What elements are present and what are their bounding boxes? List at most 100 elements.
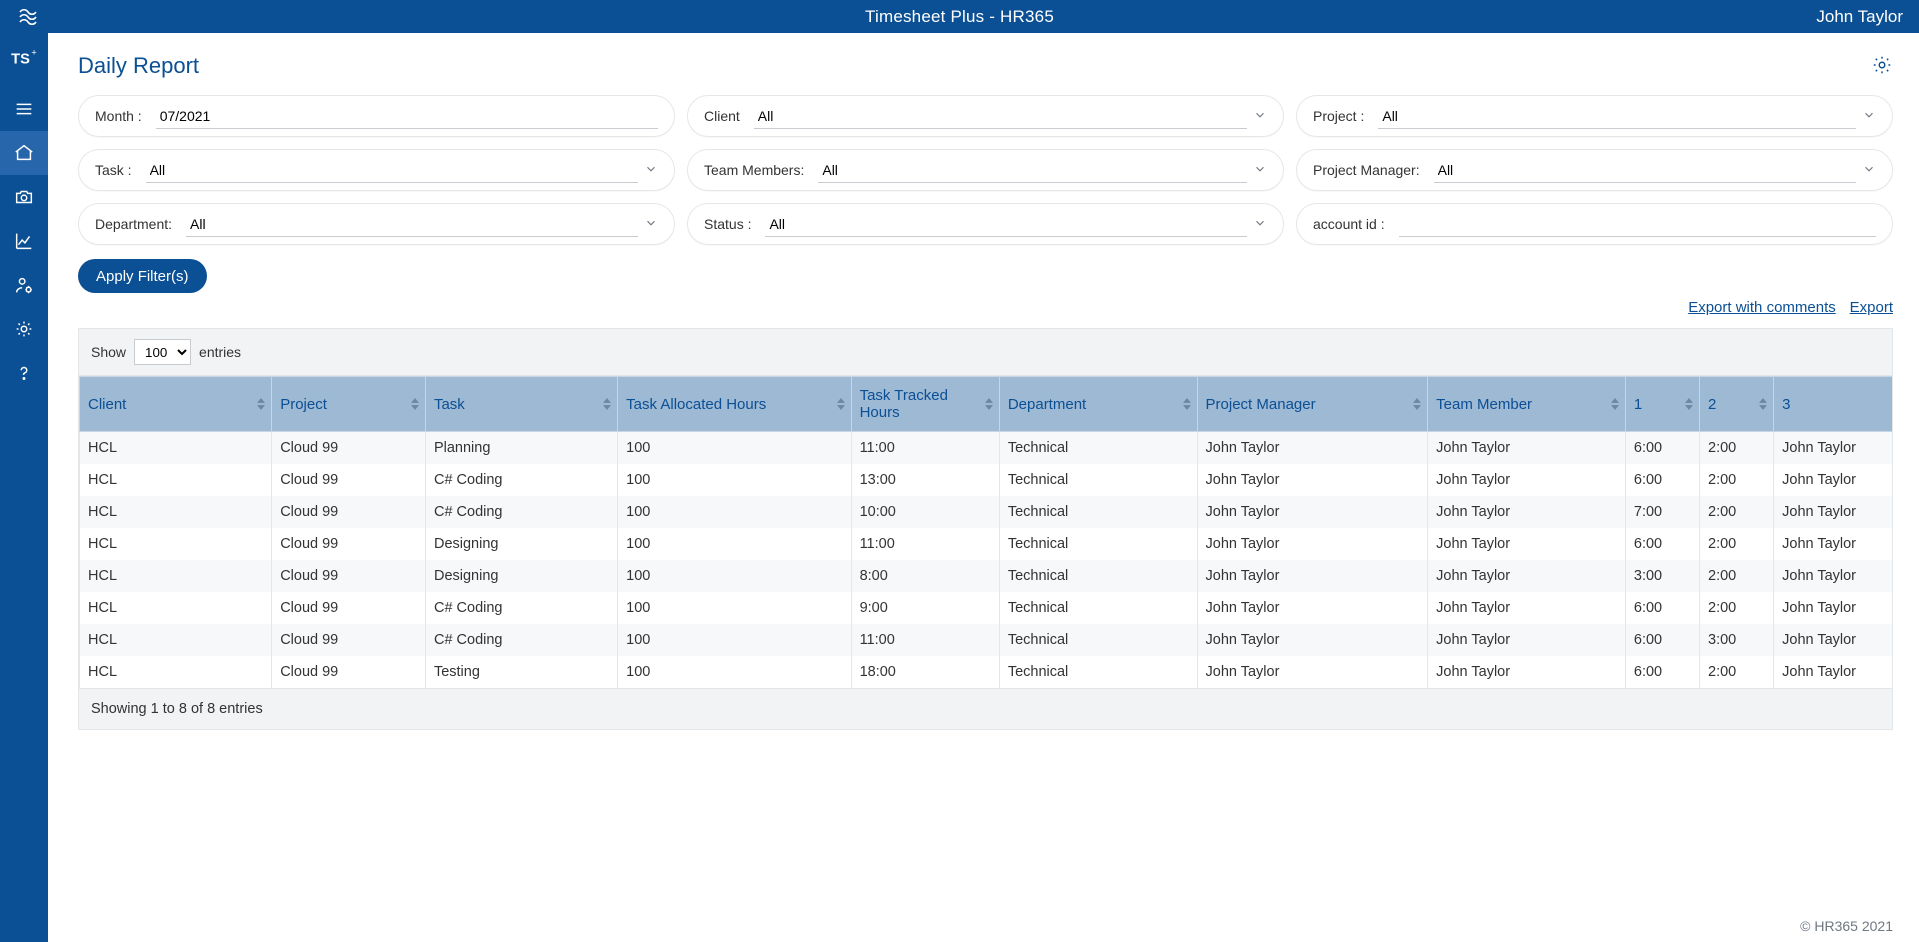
export-with-comments-link[interactable]: Export with comments	[1688, 299, 1836, 316]
table-cell: Cloud 99	[272, 624, 426, 656]
sort-icon[interactable]	[1183, 398, 1191, 411]
table-row[interactable]: HCLCloud 99C# Coding1009:00TechnicalJohn…	[80, 592, 1893, 624]
table-cell: Technical	[999, 496, 1197, 528]
sidebar-report-icon[interactable]	[0, 219, 48, 263]
sort-icon[interactable]	[985, 398, 993, 411]
filter-task-input[interactable]	[146, 157, 638, 183]
table-cell: 2:00	[1700, 464, 1774, 496]
sort-icon[interactable]	[1611, 398, 1619, 411]
filter-department-label: Department:	[95, 216, 172, 232]
table-cell: John Taylor	[1428, 592, 1626, 624]
data-table: ClientProjectTaskTask Allocated HoursTas…	[79, 376, 1892, 688]
filter-department[interactable]: Department:	[78, 203, 675, 245]
table-cell: John Taylor	[1774, 656, 1892, 688]
entries-select[interactable]: 100	[134, 339, 191, 365]
sidebar-menu-icon[interactable]	[0, 87, 48, 131]
sort-icon[interactable]	[257, 398, 265, 411]
table-row[interactable]: HCLCloud 99Planning10011:00TechnicalJohn…	[80, 432, 1893, 465]
filter-team-members[interactable]: Team Members:	[687, 149, 1284, 191]
sidebar-home-icon[interactable]	[0, 131, 48, 175]
sort-icon[interactable]	[603, 398, 611, 411]
table-cell: 2:00	[1700, 528, 1774, 560]
column-header[interactable]: Project	[272, 377, 426, 432]
table-row[interactable]: HCLCloud 99C# Coding10010:00TechnicalJoh…	[80, 496, 1893, 528]
column-header[interactable]: Team Member	[1428, 377, 1626, 432]
filter-client-input[interactable]	[754, 103, 1247, 129]
column-header[interactable]: Client	[80, 377, 272, 432]
table-cell: 6:00	[1625, 432, 1699, 465]
table-row[interactable]: HCLCloud 99C# Coding10013:00TechnicalJoh…	[80, 464, 1893, 496]
table-cell: John Taylor	[1197, 496, 1428, 528]
table-row[interactable]: HCLCloud 99C# Coding10011:00TechnicalJoh…	[80, 624, 1893, 656]
filter-team-members-input[interactable]	[818, 157, 1247, 183]
sort-icon[interactable]	[1759, 398, 1767, 411]
table-row[interactable]: HCLCloud 99Designing1008:00TechnicalJohn…	[80, 560, 1893, 592]
table-cell: Cloud 99	[272, 592, 426, 624]
table-row[interactable]: HCLCloud 99Testing10018:00TechnicalJohn …	[80, 656, 1893, 688]
filter-account-id: account id :	[1296, 203, 1893, 245]
chevron-down-icon	[644, 216, 658, 230]
table-cell: 100	[618, 656, 851, 688]
filter-client[interactable]: Client	[687, 95, 1284, 137]
table-cell: John Taylor	[1197, 624, 1428, 656]
filter-pm-input[interactable]	[1434, 157, 1856, 183]
column-header[interactable]: Task Allocated Hours	[618, 377, 851, 432]
table-cell: John Taylor	[1197, 528, 1428, 560]
column-header[interactable]: Task	[425, 377, 617, 432]
sort-icon[interactable]	[1413, 398, 1421, 411]
column-header[interactable]: Project Manager	[1197, 377, 1428, 432]
chevron-down-icon	[1862, 108, 1876, 122]
table-cell: 11:00	[851, 624, 999, 656]
column-header[interactable]: 1	[1625, 377, 1699, 432]
table-cell: 6:00	[1625, 624, 1699, 656]
filter-project-input[interactable]	[1378, 103, 1856, 129]
export-link[interactable]: Export	[1850, 299, 1893, 316]
filter-account-id-input[interactable]	[1399, 211, 1876, 237]
table-cell: John Taylor	[1428, 528, 1626, 560]
sidebar-help-icon[interactable]	[0, 351, 48, 395]
filter-project[interactable]: Project :	[1296, 95, 1893, 137]
table-cell: Cloud 99	[272, 464, 426, 496]
sidebar-camera-icon[interactable]	[0, 175, 48, 219]
filter-project-label: Project :	[1313, 108, 1364, 124]
sidebar-user-settings-icon[interactable]	[0, 263, 48, 307]
column-header[interactable]: Department	[999, 377, 1197, 432]
table-cell: John Taylor	[1774, 592, 1892, 624]
table-cell: 3:00	[1625, 560, 1699, 592]
table-cell: John Taylor	[1428, 464, 1626, 496]
main-content: Daily Report Month : Client Project :	[48, 33, 1919, 942]
chevron-down-icon	[1253, 216, 1267, 230]
column-header[interactable]: 3	[1774, 377, 1892, 432]
copyright: © HR365 2021	[1800, 918, 1893, 934]
entries-bar: Show 100 entries	[79, 329, 1892, 376]
page-settings-icon[interactable]	[1871, 54, 1893, 79]
sidebar-settings-icon[interactable]	[0, 307, 48, 351]
table-cell: HCL	[80, 656, 272, 688]
filter-status[interactable]: Status :	[687, 203, 1284, 245]
column-header[interactable]: 2	[1700, 377, 1774, 432]
filter-project-manager[interactable]: Project Manager:	[1296, 149, 1893, 191]
table-cell: Testing	[425, 656, 617, 688]
table-scroll[interactable]: ClientProjectTaskTask Allocated HoursTas…	[79, 376, 1892, 688]
table-cell: 6:00	[1625, 656, 1699, 688]
filter-month-input[interactable]	[156, 103, 658, 129]
table-cell: Cloud 99	[272, 496, 426, 528]
sort-icon[interactable]	[1685, 398, 1693, 411]
current-user[interactable]: John Taylor	[1816, 7, 1903, 27]
table-cell: 8:00	[851, 560, 999, 592]
table-cell: 10:00	[851, 496, 999, 528]
table-cell: Cloud 99	[272, 528, 426, 560]
table-cell: John Taylor	[1774, 560, 1892, 592]
sort-icon[interactable]	[411, 398, 419, 411]
table-cell: John Taylor	[1428, 432, 1626, 465]
table-cell: 6:00	[1625, 592, 1699, 624]
filter-department-input[interactable]	[186, 211, 638, 237]
table-cell: 6:00	[1625, 528, 1699, 560]
sort-icon[interactable]	[837, 398, 845, 411]
table-cell: 100	[618, 560, 851, 592]
apply-filter-button[interactable]: Apply Filter(s)	[78, 259, 207, 293]
filter-task[interactable]: Task :	[78, 149, 675, 191]
column-header[interactable]: Task Tracked Hours	[851, 377, 999, 432]
table-row[interactable]: HCLCloud 99Designing10011:00TechnicalJoh…	[80, 528, 1893, 560]
filter-status-input[interactable]	[765, 211, 1247, 237]
